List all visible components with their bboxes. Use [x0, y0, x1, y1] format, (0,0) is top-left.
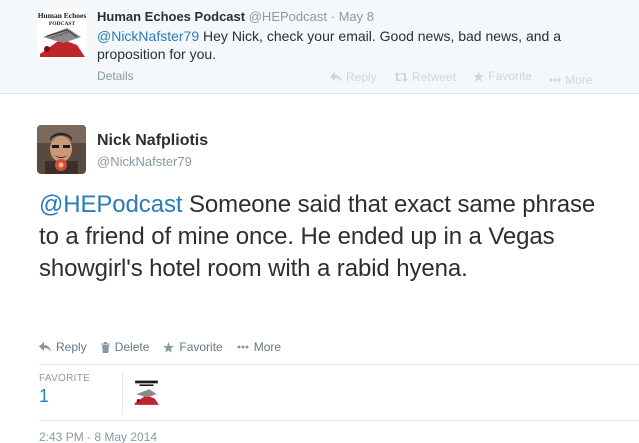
more-dots-icon — [549, 78, 561, 81]
reply-label: Reply — [56, 340, 87, 354]
podcast-logo-icon — [133, 379, 160, 406]
tweet-text: @HEPodcast Someone said that exact same … — [39, 189, 599, 285]
favorite-button[interactable]: Favorite — [163, 340, 223, 354]
delete-label: Delete — [114, 340, 150, 354]
podcast-logo-icon: Human Echoes PODCAST — [37, 9, 87, 59]
parent-timestamp[interactable]: May 8 — [339, 9, 374, 24]
podcast-avatar[interactable]: Human Echoes PODCAST — [37, 9, 87, 59]
reply-icon — [330, 71, 342, 82]
more-dots-icon — [237, 345, 249, 349]
divider-bottom — [39, 420, 639, 421]
parent-reply-button[interactable]: Reply — [330, 70, 377, 84]
more-label: More — [253, 340, 282, 354]
favorite-label: Favorite — [179, 340, 223, 354]
parent-favorite-button[interactable]: Favorite — [473, 69, 532, 83]
divider-top — [39, 364, 639, 365]
delete-button[interactable]: Delete — [100, 340, 150, 354]
favorite-label: Favorite — [488, 69, 532, 83]
parent-tweet[interactable]: Human Echoes PODCAST Human Echoes Podcas… — [0, 0, 639, 94]
parent-tweet-header: Human Echoes Podcast @HEPodcast · May 8 — [97, 9, 374, 24]
favorite-stats[interactable]: FAVORITE 1 — [39, 373, 90, 407]
author-name[interactable]: Nick Nafpliotis — [97, 132, 208, 150]
parent-more-button[interactable]: More — [549, 73, 592, 87]
parent-tweet-text: @NickNafster79 Hey Nick, check your emai… — [97, 27, 597, 63]
favorite-stat-count[interactable]: 1 — [39, 386, 90, 407]
logo-line1: Human Echoes — [38, 11, 87, 20]
more-label: More — [565, 72, 593, 87]
parent-retweet-button[interactable]: Retweet — [394, 70, 456, 84]
details-link[interactable]: Details — [97, 69, 134, 83]
tweet-actions: Reply Delete Favorite More — [39, 340, 281, 354]
retweet-label: Retweet — [412, 69, 457, 84]
reply-icon — [39, 342, 51, 352]
retweet-icon — [394, 71, 409, 82]
more-button[interactable]: More — [237, 340, 281, 354]
separator-dot: · — [330, 9, 335, 24]
trash-icon — [100, 341, 110, 353]
favoriter-avatar[interactable] — [133, 379, 160, 406]
star-icon — [163, 341, 175, 353]
reply-button[interactable]: Reply — [39, 340, 87, 354]
favorite-stat-label: FAVORITE — [39, 373, 91, 384]
star-icon — [473, 70, 485, 82]
logo-line2: PODCAST — [49, 21, 76, 27]
parent-tweet-actions: Reply Retweet Favorite More — [330, 69, 606, 87]
parent-mention-link[interactable]: @NickNafster79 — [97, 28, 199, 44]
author-handle[interactable]: @NickNafster79 — [97, 154, 192, 169]
user-photo-icon — [37, 125, 86, 174]
parent-author-handle[interactable]: @HEPodcast — [249, 9, 327, 24]
reply-label: Reply — [346, 69, 377, 84]
parent-author-name[interactable]: Human Echoes Podcast — [97, 9, 245, 24]
user-avatar[interactable] — [37, 125, 86, 174]
mention-link[interactable]: @HEPodcast — [39, 191, 183, 218]
stats-separator — [122, 372, 123, 414]
tweet-timestamp[interactable]: 2:43 PM - 8 May 2014 — [39, 430, 157, 443]
